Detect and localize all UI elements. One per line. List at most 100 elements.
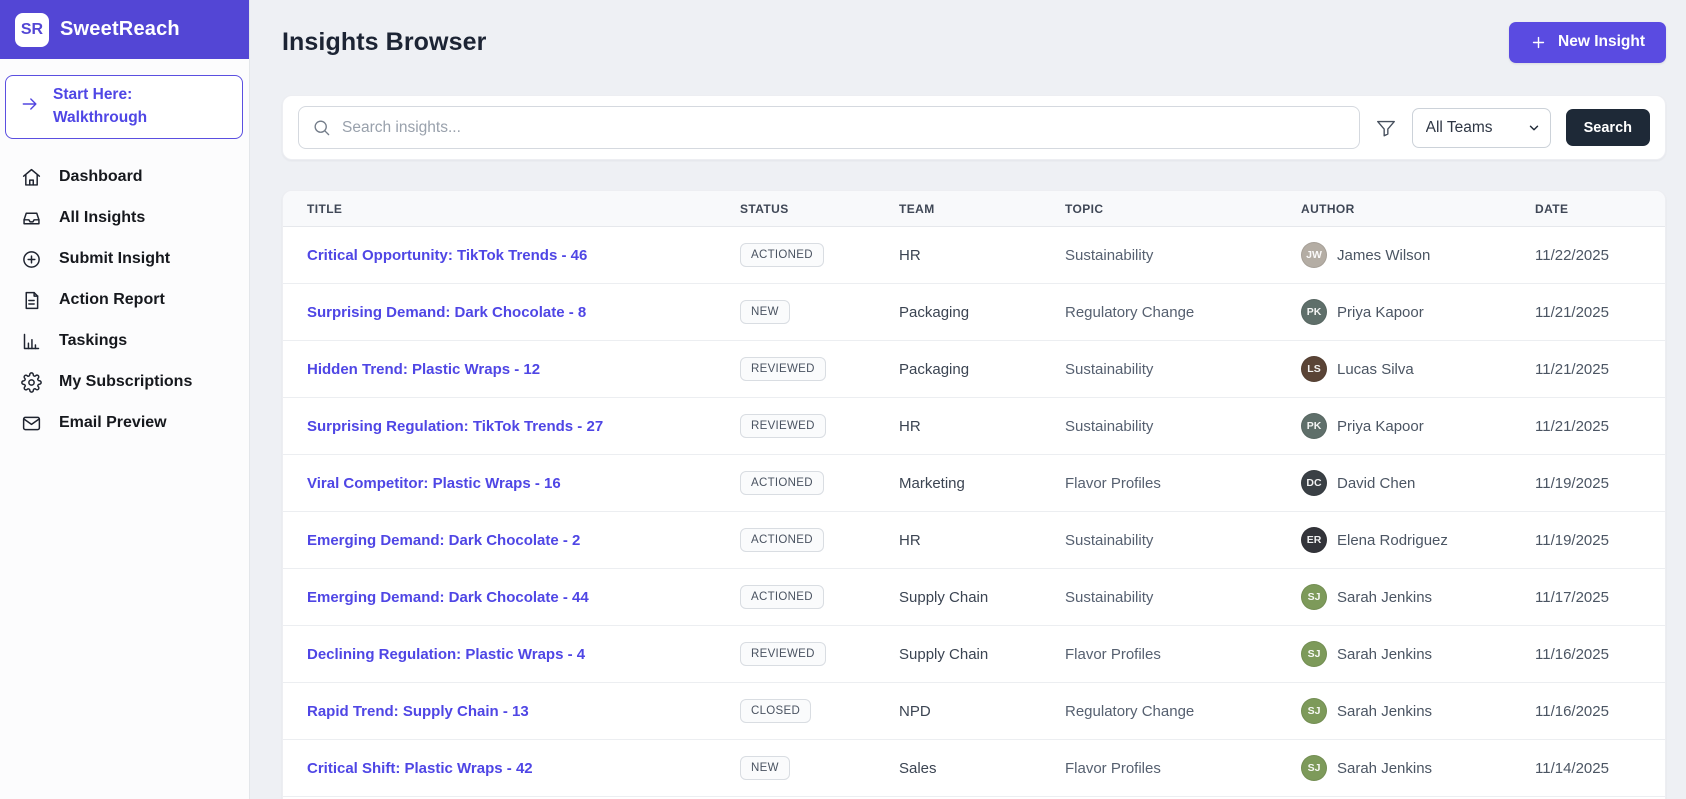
date-cell: 11/21/2025 [1535, 361, 1665, 378]
team-cell: Supply Chain [899, 646, 1065, 663]
sidebar-item-all-insights[interactable]: All Insights [0, 198, 249, 239]
sidebar-header: SR SweetReach [0, 0, 249, 59]
insights-table: TITLESTATUSTEAMTOPICAUTHORDATE Critical … [282, 190, 1666, 799]
plus-circle-icon [21, 249, 42, 270]
insight-title-link[interactable]: Rapid Trend: Supply Chain - 13 [307, 703, 529, 720]
status-badge: ACTIONED [740, 585, 824, 609]
author-name: Lucas Silva [1337, 361, 1414, 378]
filter-funnel-icon [1375, 117, 1397, 139]
author-name: Priya Kapoor [1337, 418, 1424, 435]
author-cell: PK Priya Kapoor [1301, 299, 1535, 325]
walkthrough-label: Start Here: Walkthrough [53, 84, 230, 130]
avatar: LS [1301, 356, 1327, 382]
insight-title-link[interactable]: Surprising Demand: Dark Chocolate - 8 [307, 304, 586, 321]
insight-title-link[interactable]: Viral Competitor: Plastic Wraps - 16 [307, 475, 561, 492]
avatar: SJ [1301, 755, 1327, 781]
author-cell: JW James Wilson [1301, 242, 1535, 268]
status-badge: REVIEWED [740, 357, 826, 381]
sidebar-item-my-subscriptions[interactable]: My Subscriptions [0, 362, 249, 403]
page-header: Insights Browser New Insight [282, 21, 1666, 63]
search-input[interactable] [298, 106, 1360, 149]
date-cell: 11/19/2025 [1535, 532, 1665, 549]
author-cell: SJ Sarah Jenkins [1301, 755, 1535, 781]
avatar: SJ [1301, 641, 1327, 667]
insight-title-link[interactable]: Critical Shift: Plastic Wraps - 42 [307, 760, 533, 777]
sidebar-item-email-preview[interactable]: Email Preview [0, 403, 249, 444]
sidebar-item-submit-insight[interactable]: Submit Insight [0, 239, 249, 280]
avatar: SJ [1301, 584, 1327, 610]
avatar: ER [1301, 527, 1327, 553]
insight-title-link[interactable]: Hidden Trend: Plastic Wraps - 12 [307, 361, 540, 378]
table-row: Critical Opportunity: TikTok Trends - 46… [283, 227, 1665, 284]
team-cell: Packaging [899, 304, 1065, 321]
search-bar: All Teams Search [282, 95, 1666, 160]
arrow-right-icon [20, 94, 40, 119]
topic-cell: Sustainability [1065, 361, 1301, 378]
author-cell: SJ Sarah Jenkins [1301, 698, 1535, 724]
insight-title-link[interactable]: Declining Regulation: Plastic Wraps - 4 [307, 646, 585, 663]
topic-cell: Flavor Profiles [1065, 475, 1301, 492]
sidebar-item-label: Taskings [59, 332, 127, 350]
topic-cell: Sustainability [1065, 532, 1301, 549]
plus-icon [1530, 34, 1547, 51]
table-row: Declining Regulation: Plastic Wraps - 4 … [283, 626, 1665, 683]
date-cell: 11/19/2025 [1535, 475, 1665, 492]
team-cell: HR [899, 418, 1065, 435]
sidebar-item-walkthrough[interactable]: Start Here: Walkthrough [5, 75, 243, 139]
column-header: TEAM [899, 202, 1065, 216]
sidebar-item-label: Submit Insight [59, 250, 170, 268]
date-cell: 11/21/2025 [1535, 418, 1665, 435]
search-button[interactable]: Search [1566, 109, 1650, 146]
status-badge: ACTIONED [740, 471, 824, 495]
sidebar-item-dashboard[interactable]: Dashboard [0, 157, 249, 198]
column-header: DATE [1535, 202, 1665, 216]
team-cell: HR [899, 247, 1065, 264]
insight-title-link[interactable]: Critical Opportunity: TikTok Trends - 46 [307, 247, 587, 264]
sidebar-nav: Dashboard All Insights Submit Insight Ac… [0, 151, 249, 450]
table-body: Critical Opportunity: TikTok Trends - 46… [283, 227, 1665, 797]
status-badge: CLOSED [740, 699, 811, 723]
new-insight-button[interactable]: New Insight [1509, 22, 1666, 63]
column-header: TOPIC [1065, 202, 1301, 216]
new-insight-label: New Insight [1558, 33, 1645, 51]
insight-title-link[interactable]: Emerging Demand: Dark Chocolate - 44 [307, 589, 589, 606]
team-cell: HR [899, 532, 1065, 549]
insight-title-link[interactable]: Surprising Regulation: TikTok Trends - 2… [307, 418, 603, 435]
page-title: Insights Browser [282, 28, 486, 57]
author-cell: PK Priya Kapoor [1301, 413, 1535, 439]
inbox-icon [21, 208, 42, 229]
author-name: David Chen [1337, 475, 1415, 492]
mail-icon [21, 413, 42, 434]
topic-cell: Flavor Profiles [1065, 646, 1301, 663]
author-cell: SJ Sarah Jenkins [1301, 584, 1535, 610]
author-name: Priya Kapoor [1337, 304, 1424, 321]
status-badge: NEW [740, 756, 790, 780]
date-cell: 11/16/2025 [1535, 703, 1665, 720]
team-cell: NPD [899, 703, 1065, 720]
table-row: Emerging Demand: Dark Chocolate - 44 ACT… [283, 569, 1665, 626]
brand-name: SweetReach [60, 18, 180, 41]
author-name: Sarah Jenkins [1337, 646, 1432, 663]
status-badge: REVIEWED [740, 414, 826, 438]
status-badge: NEW [740, 300, 790, 324]
sidebar-item-label: Dashboard [59, 168, 143, 186]
avatar: PK [1301, 299, 1327, 325]
team-filter-select[interactable]: All Teams [1412, 108, 1551, 148]
bar-chart-icon [21, 331, 42, 352]
avatar: PK [1301, 413, 1327, 439]
status-badge: REVIEWED [740, 642, 826, 666]
topic-cell: Sustainability [1065, 247, 1301, 264]
sidebar: SR SweetReach Start Here: Walkthrough Da… [0, 0, 250, 799]
date-cell: 11/21/2025 [1535, 304, 1665, 321]
sidebar-item-taskings[interactable]: Taskings [0, 321, 249, 362]
topic-cell: Regulatory Change [1065, 703, 1301, 720]
insight-title-link[interactable]: Emerging Demand: Dark Chocolate - 2 [307, 532, 580, 549]
table-row: Viral Competitor: Plastic Wraps - 16 ACT… [283, 455, 1665, 512]
main-content: Insights Browser New Insight All Teams [250, 0, 1686, 799]
table-row: Surprising Regulation: TikTok Trends - 2… [283, 398, 1665, 455]
author-name: Sarah Jenkins [1337, 589, 1432, 606]
sidebar-item-label: All Insights [59, 209, 145, 227]
date-cell: 11/14/2025 [1535, 760, 1665, 777]
sidebar-item-action-report[interactable]: Action Report [0, 280, 249, 321]
date-cell: 11/22/2025 [1535, 247, 1665, 264]
